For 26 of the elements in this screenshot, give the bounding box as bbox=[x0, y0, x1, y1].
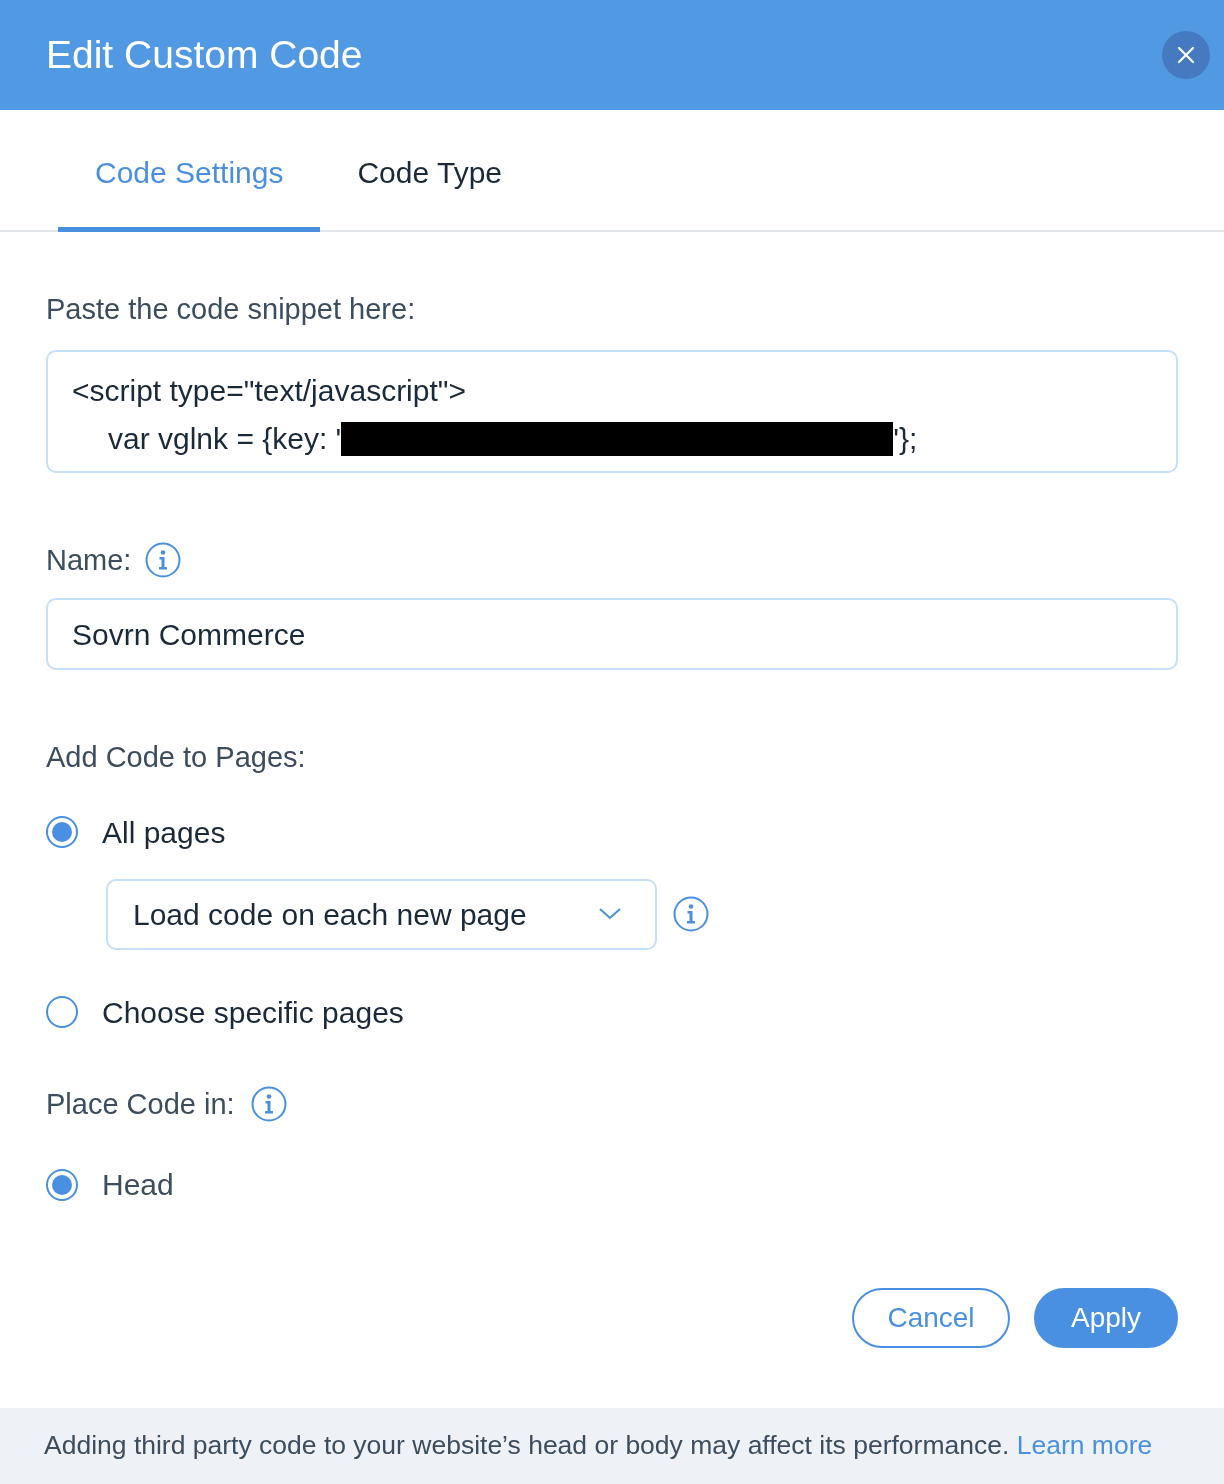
field-label: Name: bbox=[46, 542, 132, 578]
info-icon[interactable] bbox=[673, 896, 709, 932]
code-input[interactable]: <script type="text/javascript"> var vglnk = {key: ' '}; bbox=[46, 349, 1178, 473]
code-text: '}; bbox=[893, 420, 918, 457]
field-label: Paste the code snippet here: bbox=[46, 292, 416, 327]
chevron-down-icon bbox=[599, 908, 621, 920]
code-text: var vglnk = {key: ' bbox=[108, 420, 342, 457]
radio-label[interactable]: Head bbox=[102, 1162, 174, 1207]
info-icon[interactable] bbox=[250, 1086, 287, 1123]
section-label: Place Code in: bbox=[46, 1086, 235, 1122]
name-input[interactable]: Sovrn Commerce bbox=[46, 598, 1178, 670]
tab[interactable]: Code Type bbox=[320, 110, 539, 232]
radio-button[interactable] bbox=[46, 996, 78, 1028]
code-text: <script type="text/javascript"> bbox=[72, 372, 466, 409]
window-title: Edit Custom Code bbox=[46, 31, 363, 78]
close-icon bbox=[1177, 46, 1195, 64]
footer-text: Adding third party code to your website’s head or body may affect its performance. Learn more bbox=[44, 1429, 1153, 1463]
section-label: Add Code to Pages: bbox=[46, 740, 306, 775]
close-button[interactable] bbox=[1162, 31, 1210, 79]
radio-button[interactable] bbox=[46, 816, 78, 848]
radio-button[interactable] bbox=[46, 1168, 78, 1201]
info-icon[interactable] bbox=[145, 542, 182, 579]
dropdown[interactable]: Load code on each new page bbox=[106, 878, 657, 950]
radio-label[interactable]: Choose specific pages bbox=[102, 989, 404, 1035]
input-value: Sovrn Commerce bbox=[72, 616, 306, 653]
radio-label[interactable]: All pages bbox=[102, 809, 226, 855]
